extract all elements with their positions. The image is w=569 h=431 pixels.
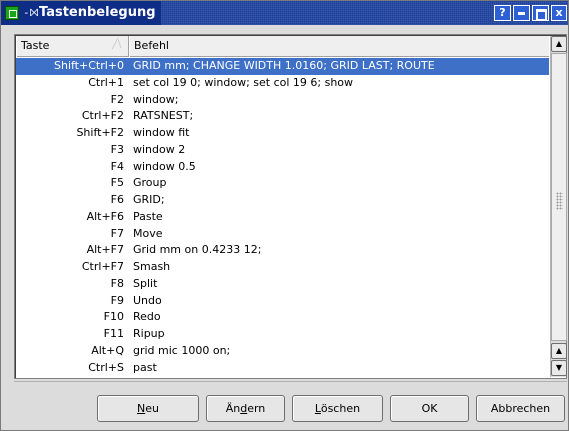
shortcut-command: window 2 [133,142,186,156]
shortcut-key: F11 [103,327,124,340]
shortcut-command: RATSNEST; [133,109,194,123]
column-header-taste[interactable]: Taste ╱\ [16,36,129,57]
shortcut-key: Alt+Q [91,343,124,357]
column-header-befehl-label: Befehl [134,39,169,52]
table-row[interactable]: F10 Redo [16,309,549,326]
table-row[interactable]: Ctrl+1 set col 19 0; window; set col 19 6… [16,75,549,92]
minimize-icon[interactable] [513,5,530,21]
shortcut-command: window fit [133,126,190,139]
ok-button[interactable]: OK [390,395,469,422]
list-header: Taste ╱\ Befehl [16,36,549,57]
edit-button[interactable]: Ändern [206,395,285,422]
scroll-up-icon[interactable]: ▲ [551,343,567,359]
shortcut-key: Ctrl+S [88,360,124,374]
table-row[interactable]: Ctrl+S past [16,360,549,377]
shortcut-key: Alt+F6 [86,209,124,223]
table-row[interactable]: F9 Undo [16,293,549,310]
shortcut-command: GRID mm; CHANGE WIDTH 1.0160; GRID LAST;… [133,59,435,72]
scroll-up-icon[interactable]: ▲ [551,36,567,52]
shortcut-key: F9 [110,293,124,307]
shortcut-key: F10 [103,310,124,324]
shortcut-command: Move [133,226,163,240]
shortcut-key: Ctrl+F7 [81,260,124,273]
shortcut-list[interactable]: Taste ╱\ Befehl Shift+Ctrl+0 GRID mm; CHA… [14,34,567,379]
scroll-down-icon[interactable]: ▼ [551,360,567,376]
delete-button[interactable]: Löschen [292,395,383,422]
close-icon[interactable]: x [551,5,567,21]
shortcut-command: set col 19 0; window; set col 19 6; show [133,75,354,89]
table-row[interactable]: F4 window 0.5 [16,159,549,176]
scrollbar-thumb[interactable] [551,53,567,341]
shortcut-command: Smash [133,260,171,273]
shortcut-key: F2 [110,92,124,106]
pin-icon[interactable]: -⨝ [23,6,39,20]
shortcut-command: Redo [133,310,161,324]
shortcut-command: window; [133,92,179,106]
help-icon[interactable]: ? [494,5,511,21]
shortcut-key: F3 [110,142,124,156]
shortcut-key: Alt+F7 [86,243,124,257]
table-row[interactable]: F11 Ripup [16,326,549,343]
table-row[interactable]: Shift+Ctrl+0 GRID mm; CHANGE WIDTH 1.0160… [16,58,549,75]
maximize-icon[interactable] [532,5,549,21]
shortcut-command: Undo [133,293,162,307]
shortcut-command: GRID; [133,193,165,206]
shortcut-command: grid mic 1000 on; [133,343,231,357]
column-header-taste-label: Taste [21,39,50,52]
shortcut-command: Group [133,176,167,190]
shortcut-command: Split [133,276,158,290]
shortcut-command: window 0.5 [133,159,196,173]
cancel-button[interactable]: Abbrechen [476,395,565,422]
table-row[interactable]: F6 GRID; [16,192,549,209]
shortcut-key: F4 [110,159,124,173]
shortcut-key: Ctrl+1 [88,75,124,89]
table-row[interactable]: F8 Split [16,276,549,293]
table-row[interactable]: F3 window 2 [16,142,549,159]
table-row[interactable]: Alt+F7 Grid mm on 0.4233 12; [16,242,549,259]
shortcut-key: F8 [110,276,124,290]
shortcut-key: Shift+Ctrl+0 [53,59,124,72]
shortcut-key: F5 [110,176,124,190]
shortcut-key: F7 [110,226,124,240]
shortcut-key: Ctrl+F2 [81,109,124,123]
column-header-befehl[interactable]: Befehl [129,36,549,57]
shortcut-command: Paste [133,209,163,223]
table-row[interactable]: F7 Move [16,226,549,243]
title-bar[interactable]: -⨝ Tastenbelegung ? x [1,1,568,25]
table-row[interactable]: F2 window; [16,92,549,109]
sort-icon: ╱\ [112,39,122,50]
table-row[interactable]: F5 Group [16,175,549,192]
shortcut-command: past [133,360,157,374]
list-rows: Shift+Ctrl+0 GRID mm; CHANGE WIDTH 1.0160… [16,58,549,376]
new-button[interactable]: Neu [97,395,199,422]
vertical-scrollbar[interactable]: ▲ ▲ ▼ [550,36,567,377]
window-title: Tastenbelegung [39,5,156,20]
table-row[interactable]: Alt+F6 Paste [16,209,549,226]
divider [14,381,567,382]
table-row[interactable]: Ctrl+F2 RATSNEST; [16,108,549,125]
shortcut-command: Grid mm on 0.4233 12; [133,243,262,257]
app-icon[interactable] [5,6,19,20]
table-row[interactable]: Ctrl+F7 Smash [16,259,549,276]
table-row[interactable]: Shift+F2 window fit [16,125,549,142]
shortcut-key: Shift+F2 [76,126,124,139]
shortcut-key: F6 [110,193,124,206]
table-row[interactable]: Alt+Q grid mic 1000 on; [16,343,549,360]
grip-icon [556,192,563,210]
keyboard-shortcuts-dialog: -⨝ Tastenbelegung ? x Taste ╱\ Befehl Sh… [0,0,569,431]
shortcut-command: Ripup [133,327,165,340]
